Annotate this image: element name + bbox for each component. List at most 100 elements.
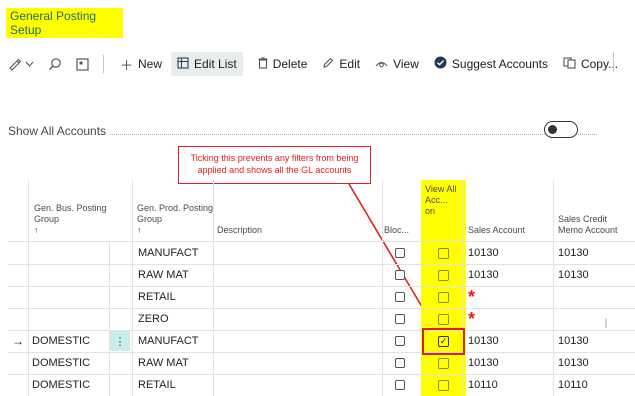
table-row[interactable]: DOMESTIC RAW MAT 10130 10130 [8,352,635,374]
view-all-accounts-checkbox[interactable] [438,313,449,325]
sales-credit-memo-account-cell[interactable]: 10130 [558,264,634,286]
required-asterisk-icon: * [468,286,476,307]
description-cell[interactable] [217,264,377,286]
sales-account-cell[interactable]: 10130 [468,242,552,264]
description-cell[interactable] [217,374,377,396]
sales-credit-memo-account-cell[interactable]: 10130 [558,242,634,264]
gen-bus-posting-group-cell[interactable] [32,308,108,330]
blocked-cell [382,264,418,286]
blocked-checkbox[interactable] [395,358,405,368]
row-marker [8,352,28,374]
blocked-checkbox[interactable] [395,248,405,258]
table-row[interactable]: RETAIL * [8,286,635,308]
gen-prod-posting-group-cell[interactable]: RETAIL [138,286,212,308]
column-header-description[interactable]: Description [213,180,383,242]
view-all-accounts-checkbox[interactable] [438,269,449,281]
blocked-checkbox[interactable] [395,380,405,390]
view-all-accounts-checkbox[interactable] [438,247,449,259]
sales-account-cell[interactable]: 10110 [468,374,552,396]
new-button-label: New [138,57,163,71]
column-header-gen-bus[interactable]: Gen. Bus. Posting Group ↑ [30,180,108,242]
gen-bus-posting-group-cell[interactable]: DOMESTIC [32,352,108,374]
sales-account-cell[interactable]: * [468,286,552,308]
copy-button[interactable]: Copy... [563,52,618,76]
sales-credit-memo-account-cell[interactable]: 10130 [558,330,634,352]
blocked-checkbox[interactable] [395,292,405,302]
column-header-sales-account[interactable]: Sales Account [463,180,553,242]
gen-prod-posting-group-cell[interactable]: RETAIL [138,374,212,396]
column-header-gen-prod[interactable]: Gen. Prod. Posting Group ↑ [134,180,214,242]
row-marker [8,242,28,264]
gen-bus-posting-group-cell[interactable]: DOMESTIC [32,374,108,396]
edit-list-button[interactable]: Edit List [171,52,243,76]
view-all-accounts-cell [421,308,466,330]
description-cell[interactable] [217,286,377,308]
view-all-accounts-cell [421,286,466,308]
description-cell[interactable] [217,330,377,352]
edit-label: Edit [339,57,361,71]
blocked-cell [382,352,418,374]
sort-ascending-icon: ↑ [137,225,142,235]
description-cell[interactable] [217,308,377,330]
field-leader-dots [110,127,597,135]
view-all-accounts-checkbox[interactable] [438,291,449,303]
view-all-accounts-checkbox[interactable] [438,379,449,391]
blocked-checkbox[interactable] [395,314,405,324]
blocked-checkbox[interactable] [395,336,405,346]
filter-pane-icon[interactable] [8,58,34,71]
blocked-cell [382,374,418,396]
gen-prod-posting-group-cell[interactable]: MANUFACT [138,330,212,352]
description-cell[interactable] [217,352,377,374]
text-cursor-icon: I [604,315,608,331]
show-as-tiles-icon[interactable] [76,57,89,71]
sales-account-cell[interactable]: * [468,308,552,330]
sales-account-cell[interactable]: 10130 [468,352,552,374]
column-header-blocked[interactable]: Bloc... [382,180,418,242]
search-icon[interactable] [48,57,62,71]
gen-prod-posting-group-cell[interactable]: ZERO [138,308,212,330]
gen-bus-posting-group-cell[interactable] [32,242,108,264]
gen-prod-posting-group-cell[interactable]: RAW MAT [138,264,212,286]
eye-icon [375,57,388,72]
new-button[interactable]: ＋ New [120,52,162,76]
sales-account-cell[interactable]: 10130 [468,264,552,286]
column-header-sales-credit-memo[interactable]: Sales Credit Memo Account [553,180,635,242]
blocked-cell [382,330,418,352]
table-row[interactable]: RAW MAT 10130 10130 [8,264,635,286]
toolbar-end-separator [613,52,614,72]
page-title: General Posting Setup [10,9,97,37]
gen-bus-header-label: Gen. Bus. Posting Group [34,203,107,224]
edit-button[interactable]: Edit [322,52,360,76]
suggest-accounts-button[interactable]: Suggest Accounts [434,52,548,76]
delete-button[interactable]: Delete [258,52,307,76]
annotation-highlight-box [422,328,465,355]
page-title-highlight: General Posting Setup [6,8,123,38]
check-circle-icon [434,56,447,72]
gen-prod-posting-group-cell[interactable]: RAW MAT [138,352,212,374]
table-row[interactable]: MANUFACT 10130 10130 [8,242,635,264]
sales-credit-memo-account-cell[interactable] [558,308,634,330]
view-all-accounts-cell [421,352,466,374]
gen-bus-posting-group-cell[interactable] [32,286,108,308]
row-marker [8,264,28,286]
row-actions-menu-icon[interactable]: ⋮ [110,331,130,351]
table-row[interactable]: DOMESTIC RETAIL 10110 10110 [8,374,635,396]
sales-credit-memo-account-cell[interactable]: 10110 [558,374,634,396]
gen-bus-posting-group-cell[interactable] [32,264,108,286]
gen-prod-posting-group-cell[interactable]: MANUFACT [138,242,212,264]
view-button[interactable]: View [375,52,419,76]
sales-account-cell[interactable]: 10130 [468,330,552,352]
blocked-checkbox[interactable] [395,270,405,280]
sales-credit-memo-account-cell[interactable] [558,286,634,308]
row-marker: → [12,334,24,348]
sales-credit-memo-account-cell[interactable]: 10130 [558,352,634,374]
show-all-accounts-toggle[interactable] [544,121,578,138]
table-row[interactable]: ZERO * [8,308,635,330]
description-cell[interactable] [217,242,377,264]
view-all-accounts-checkbox[interactable] [438,357,449,369]
pencil-icon [322,57,334,72]
annotation-callout: Ticking this prevents any filters from b… [178,146,371,184]
gen-bus-posting-group-cell[interactable]: DOMESTIC [32,330,108,352]
table-row[interactable]: → DOMESTIC MANUFACT ✓ 10130 10130 ⋮ [8,330,635,352]
gen-prod-header-label: Gen. Prod. Posting Group [137,203,214,224]
